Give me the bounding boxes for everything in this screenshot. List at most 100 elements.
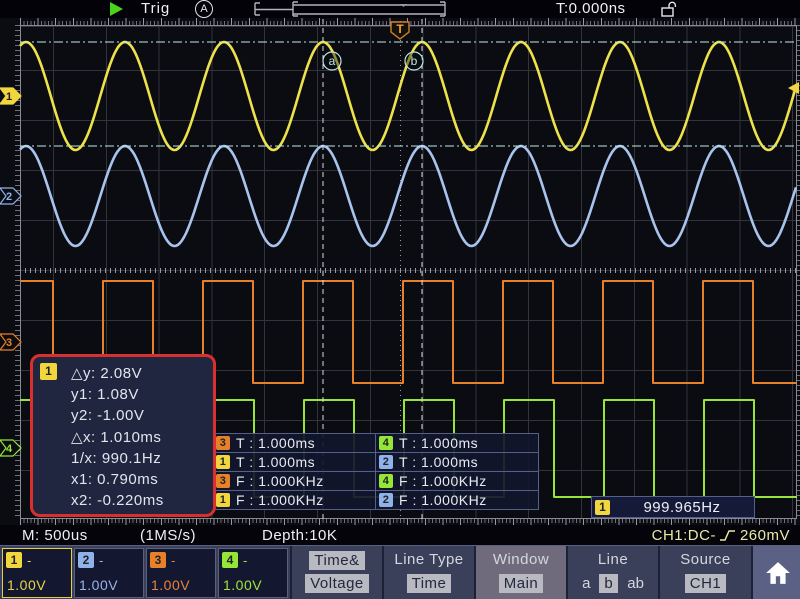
home-button[interactable] bbox=[751, 546, 800, 599]
channel-3-box[interactable]: 3- 1.00V bbox=[146, 548, 216, 598]
trigger-level-value: 260mV bbox=[740, 527, 790, 544]
channel-badge: 4 bbox=[222, 552, 238, 568]
trigger-readout: CH1:DC- 260mV bbox=[652, 527, 790, 544]
unlock-icon[interactable] bbox=[660, 1, 678, 17]
channel-scale: 1.00V bbox=[7, 577, 46, 593]
bottom-menu-bar: 1- 1.00V 2- 1.00V 3- 1.00V 4- 1.00V Time… bbox=[0, 545, 800, 599]
measurement-value: T : 1.000ms bbox=[399, 454, 478, 470]
softkey-time-voltage[interactable]: Time& Voltage bbox=[290, 546, 382, 599]
measurement-cell: 1 F : 1.000KHz bbox=[213, 491, 376, 509]
frequency-counter: 1 999.965Hz bbox=[591, 496, 755, 518]
ch3-marker-number: 3 bbox=[6, 337, 12, 349]
line-option-b[interactable]: b bbox=[599, 574, 618, 593]
measurement-value: F : 1.000KHz bbox=[236, 492, 324, 508]
coupling-indicator: - bbox=[27, 553, 31, 568]
measurement-row: 3 T : 1.000ms 4 T : 1.000ms bbox=[213, 434, 538, 453]
softkey-window[interactable]: Window Main bbox=[474, 546, 566, 599]
channel-badge: 2 bbox=[379, 455, 393, 469]
softkey-title: Line bbox=[598, 551, 628, 568]
measurement-value: T : 1.000ms bbox=[399, 435, 478, 451]
channel-2-box[interactable]: 2- 1.00V bbox=[74, 548, 144, 598]
line-option-ab[interactable]: ab bbox=[627, 575, 644, 592]
measurement-cell: 3 T : 1.000ms bbox=[213, 434, 376, 452]
measurement-table: 3 T : 1.000ms 4 T : 1.000ms 1 T : 1.000ms 2… bbox=[212, 433, 539, 510]
cursor-channel-badge: 1 bbox=[40, 363, 57, 380]
cursor-measure-popup: 1 △y: 2.08V y1: 1.08V y2: -1.00V △x: 1.0… bbox=[30, 354, 216, 517]
measurement-value: F : 1.000KHz bbox=[236, 473, 324, 489]
freq-channel-badge: 1 bbox=[595, 500, 610, 515]
coupling-indicator: - bbox=[171, 553, 175, 568]
coupling-indicator: - bbox=[243, 553, 247, 568]
channel-badge: 1 bbox=[216, 493, 230, 507]
measurement-value: T : 1.000ms bbox=[236, 454, 315, 470]
channel-scale: 1.00V bbox=[223, 577, 262, 593]
cursor-inverse-x: 1/x: 990.1Hz bbox=[71, 448, 213, 469]
channel-badge: 1 bbox=[216, 455, 230, 469]
channel-badge: 2 bbox=[379, 493, 393, 507]
softkey-line[interactable]: Line a b ab bbox=[566, 546, 658, 599]
measurement-cell: 2 F : 1.000KHz bbox=[376, 491, 538, 509]
channel-badge: 4 bbox=[379, 474, 393, 488]
cursor-label-a: a bbox=[329, 54, 336, 68]
memory-window-indicator[interactable] bbox=[253, 0, 453, 18]
cursor-readout-list: △y: 2.08V y1: 1.08V y2: -1.00V △x: 1.010… bbox=[33, 363, 213, 511]
cursor-y1: y1: 1.08V bbox=[71, 384, 213, 405]
top-status-bar: Trig A T:0.000ns bbox=[0, 0, 800, 18]
time-voltage-line1: Time& bbox=[309, 551, 364, 570]
cursor-delta-y: △y: 2.08V bbox=[71, 363, 213, 384]
measurement-row: 1 T : 1.000ms 2 T : 1.000ms bbox=[213, 453, 538, 472]
channel-badge: 3 bbox=[216, 474, 230, 488]
channel-scale: 1.00V bbox=[151, 577, 190, 593]
home-icon bbox=[765, 561, 791, 585]
trigger-source-label: CH1:DC- bbox=[652, 527, 716, 544]
measurement-cell: 2 T : 1.000ms bbox=[376, 453, 538, 471]
channel-badge: 3 bbox=[216, 436, 230, 450]
ch2-trace bbox=[20, 146, 796, 246]
trigger-position-letter: T bbox=[396, 22, 404, 36]
measurement-cell: 4 T : 1.000ms bbox=[376, 434, 538, 452]
softkey-source[interactable]: Source CH1 bbox=[658, 546, 751, 599]
softkey-line-type[interactable]: Line Type Time bbox=[382, 546, 474, 599]
line-option-a[interactable]: a bbox=[582, 575, 590, 592]
memory-depth-readout: Depth:10K bbox=[262, 527, 337, 544]
measurement-value: F : 1.000KHz bbox=[399, 473, 487, 489]
cursor-x2: x2: -0.220ms bbox=[71, 490, 213, 511]
ch4-marker-number: 4 bbox=[6, 443, 13, 455]
softkey-title: Line Type bbox=[394, 551, 463, 568]
channel-badge: 3 bbox=[150, 552, 166, 568]
measurement-row: 3 F : 1.000KHz 4 F : 1.000KHz bbox=[213, 472, 538, 491]
auto-trigger-icon: A bbox=[195, 0, 213, 18]
channel-scale: 1.00V bbox=[79, 577, 118, 593]
cursor-x1: x1: 0.790ms bbox=[71, 469, 213, 490]
oscilloscope-screen: Trig A T:0.000ns abT1234 1 △y: 2.08V y1:… bbox=[0, 0, 800, 599]
softkey-title: Window bbox=[493, 551, 549, 568]
measurement-value: T : 1.000ms bbox=[236, 435, 315, 451]
trigger-mode-letter: A bbox=[200, 3, 207, 15]
softkey-title: Source bbox=[680, 551, 731, 568]
channel-badge: 4 bbox=[379, 436, 393, 450]
measurement-value: F : 1.000KHz bbox=[399, 492, 487, 508]
run-play-icon[interactable] bbox=[110, 2, 123, 16]
window-value: Main bbox=[499, 574, 544, 593]
measurement-cell: 1 T : 1.000ms bbox=[213, 453, 376, 471]
channel-badge: 1 bbox=[6, 552, 22, 568]
sample-rate-readout: (1MS/s) bbox=[140, 527, 196, 544]
measurement-row: 1 F : 1.000KHz 2 F : 1.000KHz bbox=[213, 491, 538, 509]
status-bar: M: 500us (1MS/s) Depth:10K CH1:DC- 260mV bbox=[0, 525, 800, 545]
measurement-cell: 3 F : 1.000KHz bbox=[213, 472, 376, 490]
channel-4-box[interactable]: 4- 1.00V bbox=[218, 548, 288, 598]
cursor-delta-x: △x: 1.010ms bbox=[71, 427, 213, 448]
line-type-value: Time bbox=[407, 574, 452, 593]
ch2-marker-number: 2 bbox=[6, 191, 12, 203]
timebase-readout: M: 500us bbox=[22, 527, 88, 544]
rising-edge-icon bbox=[719, 528, 737, 543]
ch1-marker-number: 1 bbox=[6, 91, 12, 103]
cursor-y2: y2: -1.00V bbox=[71, 405, 213, 426]
coupling-indicator: - bbox=[99, 553, 103, 568]
channel-1-box[interactable]: 1- 1.00V bbox=[2, 548, 72, 598]
trig-label: Trig bbox=[141, 0, 170, 17]
frequency-value: 999.965Hz bbox=[610, 499, 754, 516]
channel-badge: 2 bbox=[78, 552, 94, 568]
time-voltage-line2: Voltage bbox=[305, 574, 369, 593]
cursor-label-b: b bbox=[411, 54, 418, 68]
